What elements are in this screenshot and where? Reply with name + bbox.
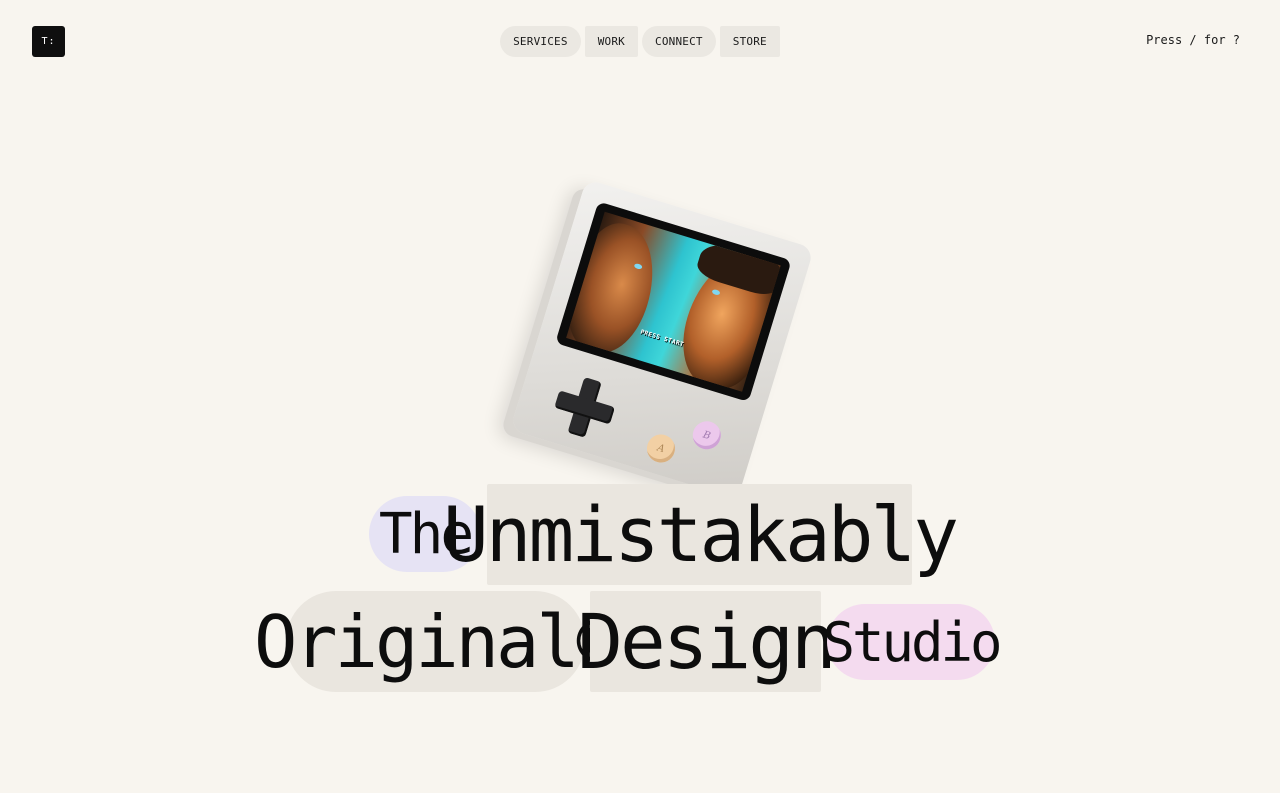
- nav-connect-button[interactable]: CONNECT: [642, 26, 716, 57]
- nav-services-button[interactable]: SERVICES: [500, 26, 581, 57]
- headline-word-studio: Studio: [822, 604, 1003, 680]
- a-button-icon: A: [643, 430, 679, 466]
- press-start-text: PRESS START: [639, 328, 685, 349]
- console-screen: PRESS START: [555, 201, 792, 403]
- left-face-art: [566, 215, 668, 362]
- console-body: PRESS START A B: [509, 178, 815, 500]
- page: T: SERVICES WORK CONNECT STORE Press / f…: [0, 0, 1280, 793]
- nav-work-label: WORK: [597, 35, 625, 48]
- keyboard-hint: Press / for ?: [1146, 33, 1240, 47]
- nav-services-label: SERVICES: [513, 35, 568, 48]
- headline-word-design: Design: [577, 591, 837, 692]
- b-button-icon: B: [689, 417, 725, 453]
- game-artwork: PRESS START: [566, 211, 781, 392]
- handheld-console-illustration: PRESS START A B: [503, 178, 815, 508]
- dpad-icon: [548, 371, 620, 443]
- headline-word-original: Original®: [254, 591, 620, 692]
- nav-store-label: STORE: [732, 35, 767, 48]
- main-nav: SERVICES WORK CONNECT STORE: [0, 26, 1280, 57]
- nav-connect-label: CONNECT: [655, 35, 703, 48]
- headline-word-unmistakably: Unmistakably: [443, 484, 959, 585]
- nav-store-button[interactable]: STORE: [719, 26, 780, 57]
- nav-work-button[interactable]: WORK: [584, 26, 638, 57]
